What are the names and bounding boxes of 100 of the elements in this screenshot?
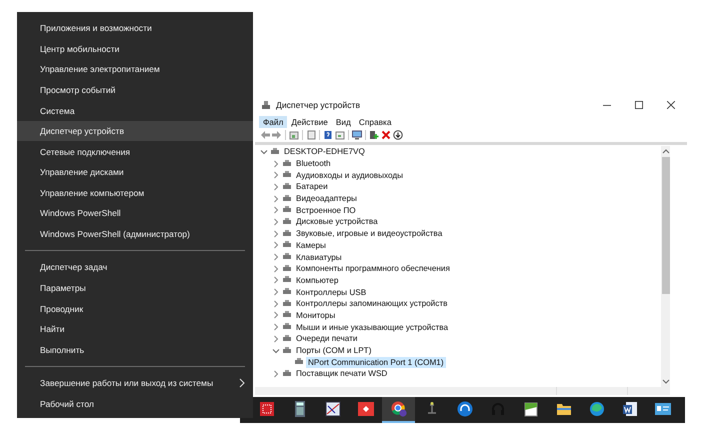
menu-item[interactable]: Диспетчер устройств bbox=[17, 120, 253, 142]
expand-chevron-icon[interactable] bbox=[272, 160, 280, 168]
add-driver-button[interactable] bbox=[369, 130, 379, 140]
device-icon bbox=[282, 194, 292, 204]
device-icon bbox=[282, 264, 292, 274]
expand-chevron-icon[interactable] bbox=[272, 206, 280, 214]
menu-item[interactable]: Система bbox=[17, 100, 253, 121]
tree-item[interactable]: Батареи bbox=[294, 181, 330, 192]
expand-chevron-icon[interactable] bbox=[272, 194, 280, 203]
tree-item[interactable]: Компоненты программного обеспечения bbox=[294, 263, 452, 274]
taskbar-button[interactable] bbox=[382, 397, 415, 423]
tree-item[interactable]: Видеоадаптеры bbox=[294, 193, 359, 204]
download-button[interactable] bbox=[393, 130, 403, 140]
expand-chevron-icon[interactable] bbox=[272, 276, 280, 284]
expand-chevron-icon[interactable] bbox=[272, 311, 280, 320]
menu-bar-item[interactable]: Вид bbox=[332, 116, 355, 128]
tree-item[interactable]: Bluetooth bbox=[294, 158, 333, 170]
monitor-icon bbox=[352, 130, 362, 140]
tree-item[interactable]: Мониторы bbox=[294, 310, 338, 321]
tree-item[interactable]: Дисковые устройства bbox=[294, 216, 380, 228]
device-icon bbox=[270, 146, 280, 157]
window-icon bbox=[335, 130, 345, 140]
menu-item[interactable]: Сетевые подключения bbox=[17, 141, 253, 162]
device-icon bbox=[282, 346, 292, 356]
expand-chevron-icon[interactable] bbox=[272, 230, 280, 238]
tree-item[interactable]: Компьютер bbox=[294, 274, 340, 286]
device-icon bbox=[282, 216, 292, 227]
scroll-up-icon bbox=[662, 148, 670, 154]
scrollbar[interactable] bbox=[661, 146, 670, 387]
scroll-down-icon bbox=[662, 379, 670, 385]
document-button[interactable] bbox=[306, 130, 316, 140]
expand-chevron-icon[interactable] bbox=[272, 288, 280, 296]
tree-item[interactable]: Аудиовходы и аудиовыходы bbox=[294, 170, 406, 181]
tree-item[interactable]: Контроллеры запоминающих устройств bbox=[294, 298, 450, 310]
maximize-icon bbox=[635, 101, 643, 109]
collapse-chevron-icon[interactable] bbox=[260, 148, 268, 156]
menu-bar-item[interactable]: Действие bbox=[287, 116, 332, 128]
menu-item[interactable]: Проводник bbox=[17, 298, 253, 319]
tree-item[interactable]: NPort Communication Port 1 (COM1) bbox=[306, 356, 446, 368]
device-icon bbox=[282, 334, 292, 344]
expand-chevron-icon[interactable] bbox=[272, 370, 280, 378]
menu-item[interactable]: Просмотр событий bbox=[17, 80, 253, 100]
delete-button[interactable] bbox=[381, 130, 391, 140]
tree-item[interactable]: Звуковые, игровые и видеоустройства bbox=[294, 228, 444, 240]
menu-item[interactable]: Параметры bbox=[17, 278, 253, 298]
help-button[interactable] bbox=[323, 130, 333, 140]
back-arrow-icon bbox=[260, 130, 270, 140]
menu-item[interactable]: Windows PowerShell bbox=[17, 203, 253, 224]
properties-button[interactable] bbox=[289, 130, 299, 140]
tree-item[interactable]: Порты (COM и LPT) bbox=[294, 345, 374, 356]
expand-chevron-icon[interactable] bbox=[272, 253, 280, 262]
menu-item[interactable]: Выполнить bbox=[17, 339, 253, 360]
delete-icon bbox=[381, 130, 391, 140]
expand-chevron-icon[interactable] bbox=[272, 323, 280, 332]
menu-item[interactable]: Управление компьютером bbox=[17, 182, 253, 204]
device-icon bbox=[282, 182, 292, 192]
menu-item[interactable]: Завершение работы или выход из системы bbox=[17, 372, 253, 394]
back-arrow-button[interactable] bbox=[260, 130, 270, 140]
close-icon bbox=[667, 101, 675, 109]
expand-chevron-icon[interactable] bbox=[272, 171, 280, 180]
device-icon bbox=[282, 228, 292, 239]
expand-chevron-icon[interactable] bbox=[272, 334, 280, 343]
monitor-button[interactable] bbox=[352, 130, 362, 140]
menu-item[interactable]: Рабочий стол bbox=[17, 394, 253, 414]
scroll-thumb[interactable] bbox=[662, 157, 670, 294]
window-button[interactable] bbox=[335, 130, 345, 140]
add-driver-icon bbox=[369, 130, 379, 140]
expand-chevron-icon[interactable] bbox=[272, 182, 280, 191]
menu-item[interactable]: Управление электропитанием bbox=[17, 59, 253, 80]
properties-icon bbox=[289, 130, 299, 140]
tree-item[interactable]: Камеры bbox=[294, 240, 328, 251]
tree-item[interactable]: Поставщик печати WSD bbox=[294, 368, 390, 380]
collapse-chevron-icon[interactable] bbox=[272, 346, 280, 355]
help-icon bbox=[323, 130, 333, 140]
grid-app-icon bbox=[258, 401, 274, 417]
menu-item[interactable]: Диспетчер задач bbox=[17, 257, 253, 278]
folder-icon bbox=[556, 401, 572, 417]
forward-arrow-button[interactable] bbox=[272, 130, 282, 140]
menu-item[interactable]: Найти bbox=[17, 318, 253, 340]
tree-item[interactable]: Очереди печати bbox=[294, 333, 360, 344]
forward-arrow-icon bbox=[272, 130, 282, 140]
tree-item[interactable]: Мыши и иные указывающие устройства bbox=[294, 322, 450, 333]
tree-item[interactable]: Клавиатуры bbox=[294, 252, 344, 263]
device-icon bbox=[282, 298, 292, 309]
chevron-right-icon bbox=[239, 378, 245, 388]
menu-item[interactable]: Управление дисками bbox=[17, 162, 253, 182]
expand-chevron-icon[interactable] bbox=[272, 241, 280, 250]
menu-bar-item[interactable]: Справка bbox=[354, 116, 396, 128]
menu-item[interactable]: Windows PowerShell (администратор) bbox=[17, 224, 253, 244]
menu-item[interactable]: Приложения и возможности bbox=[17, 18, 253, 39]
tree-item[interactable]: Встроенное ПО bbox=[294, 204, 358, 216]
computer-icon bbox=[261, 100, 271, 110]
tree-item[interactable]: Контроллеры USB bbox=[294, 286, 368, 298]
expand-chevron-icon[interactable] bbox=[272, 218, 280, 226]
device-icon bbox=[282, 158, 292, 169]
expand-chevron-icon[interactable] bbox=[272, 264, 280, 273]
tree-item[interactable]: DESKTOP-EDHE7VQ bbox=[282, 146, 367, 158]
menu-item[interactable]: Центр мобильности bbox=[17, 38, 253, 60]
menu-bar-item[interactable]: Файл bbox=[259, 116, 288, 128]
expand-chevron-icon[interactable] bbox=[272, 300, 280, 308]
